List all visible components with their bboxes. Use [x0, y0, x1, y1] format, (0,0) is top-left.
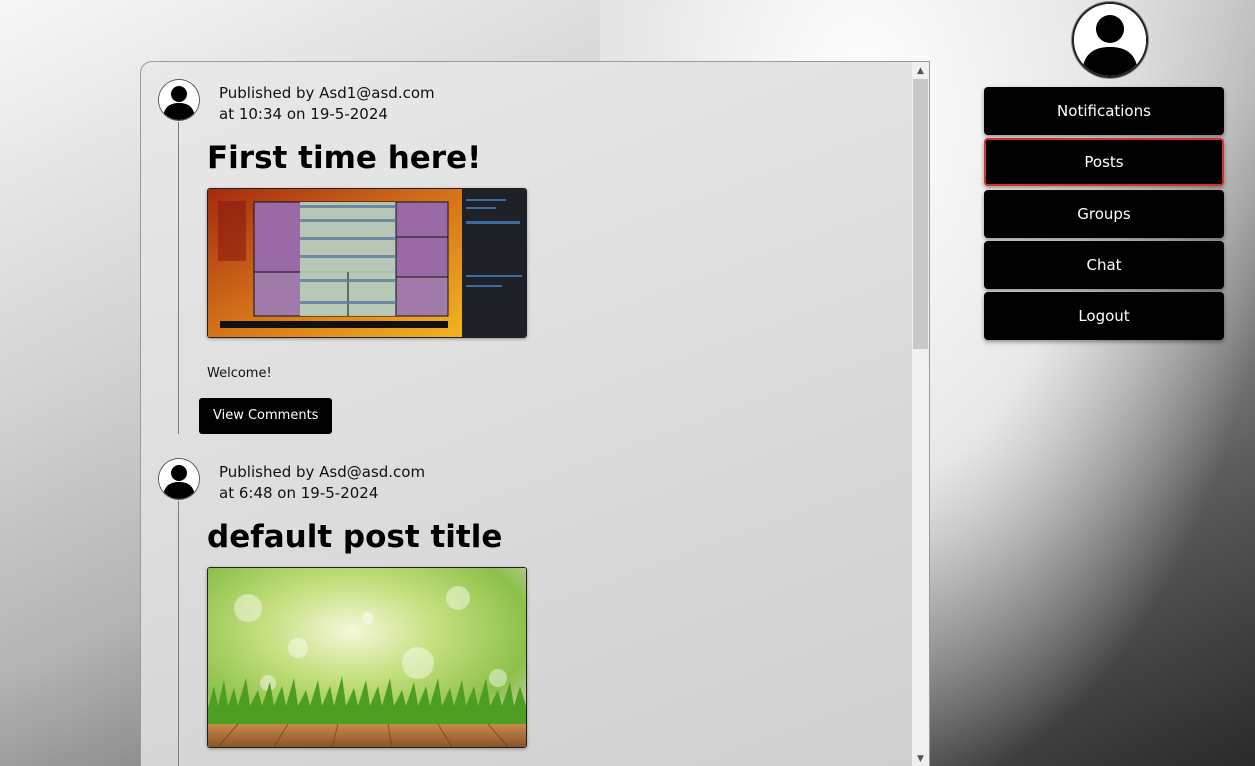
- post-meta: Published by Asd@asd.com at 6:48 on 19-5…: [219, 462, 425, 504]
- author-avatar-icon: [159, 80, 199, 120]
- post-title: default post title: [207, 519, 503, 555]
- post-author: Published by Asd1@asd.com: [219, 84, 435, 102]
- post-image: [207, 567, 527, 748]
- profile-avatar-icon[interactable]: [1074, 4, 1146, 76]
- post-meta: Published by Asd1@asd.com at 10:34 on 19…: [219, 83, 435, 125]
- posts-feed[interactable]: Published by Asd1@asd.com at 10:34 on 19…: [140, 61, 930, 766]
- post-image: [207, 188, 527, 338]
- post-timestamp: at 10:34 on 19-5-2024: [219, 105, 388, 123]
- post-body: Welcome!: [207, 366, 272, 381]
- post-timestamp: at 6:48 on 19-5-2024: [219, 484, 379, 502]
- timeline-line: [178, 122, 179, 434]
- nav-notifications-button[interactable]: Notifications: [984, 87, 1224, 135]
- nav-logout-button[interactable]: Logout: [984, 292, 1224, 340]
- feed-scrollbar[interactable]: ▲ ▼: [912, 62, 929, 766]
- scroll-thumb[interactable]: [913, 79, 928, 349]
- view-comments-button[interactable]: View Comments: [199, 398, 333, 434]
- post-author: Published by Asd@asd.com: [219, 463, 426, 481]
- timeline-line: [178, 501, 179, 766]
- post-title: First time here!: [207, 140, 482, 176]
- nav-groups-button[interactable]: Groups: [984, 190, 1224, 238]
- author-avatar-icon: [159, 459, 199, 499]
- nav-chat-button[interactable]: Chat: [984, 241, 1224, 289]
- scroll-up-arrow-icon[interactable]: ▲: [912, 62, 929, 79]
- nav-posts-button[interactable]: Posts: [984, 138, 1224, 186]
- scroll-down-arrow-icon[interactable]: ▼: [912, 750, 929, 766]
